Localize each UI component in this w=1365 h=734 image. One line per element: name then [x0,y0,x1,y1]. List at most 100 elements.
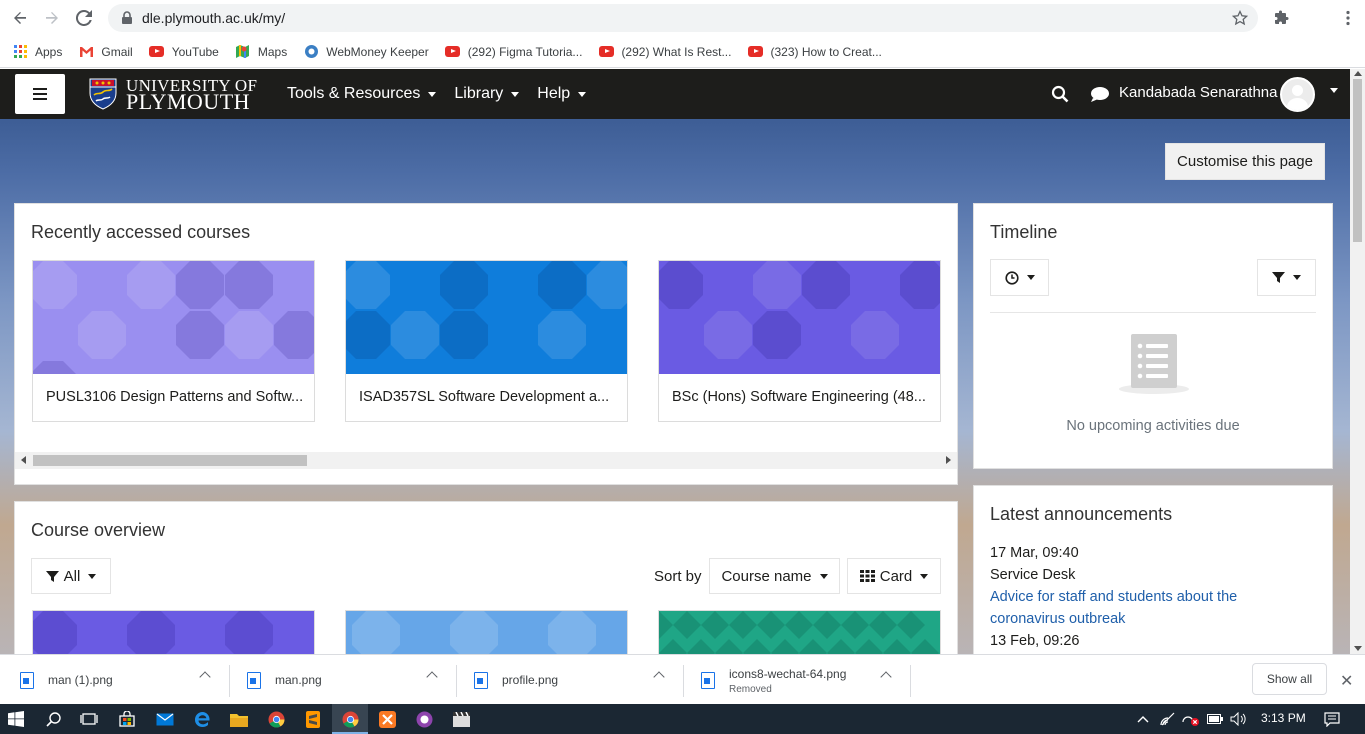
course-card[interactable]: BSc (Hons) Software Engineering (48... [658,260,941,422]
course-card[interactable]: ISAD357SL Software Development a... [345,260,628,422]
chrome-icon[interactable] [340,709,360,729]
caret-down-icon [428,91,437,97]
close-icon[interactable]: ✕ [1340,671,1353,691]
course-card-image[interactable] [658,610,941,654]
wifi-icon[interactable] [1158,709,1178,729]
chevron-up-icon[interactable] [653,671,665,683]
bookmark-how-to-create[interactable]: (323) How to Creat... [747,44,882,60]
download-item[interactable]: man (1).png [20,663,113,697]
bookmark-maps[interactable]: Maps [235,44,287,60]
notifications-icon[interactable] [1322,709,1342,729]
chrome-icon[interactable] [266,709,286,729]
reload-icon[interactable] [68,2,100,34]
filter-icon [45,570,59,582]
image-file-icon [701,671,715,689]
nav-tools-resources[interactable]: Tools & Resources [287,85,437,103]
chevron-up-icon[interactable] [199,671,211,683]
course-name[interactable]: BSc (Hons) Software Engineering (48... [672,389,926,405]
chevron-up-icon[interactable] [426,671,438,683]
sort-select-button[interactable]: Course name [709,558,840,594]
course-name[interactable]: PUSL3106 Design Patterns and Softw... [46,389,303,405]
bookmark-apps[interactable]: Apps [12,44,62,60]
show-all-downloads-button[interactable]: Show all [1252,663,1327,695]
bookmark-figma-tutorial[interactable]: (292) Figma Tutoria... [445,44,582,60]
download-item[interactable]: profile.png [474,663,558,697]
course-card-image[interactable] [345,610,628,654]
extensions-puzzle-icon[interactable] [1266,2,1298,34]
course-pattern [346,611,627,654]
view-select-button[interactable]: Card [847,558,941,594]
battery-icon[interactable] [1205,709,1225,729]
file-explorer-icon[interactable] [229,709,249,729]
course-image [346,261,627,374]
windows-start-icon[interactable] [6,709,26,729]
course-pattern [659,261,940,374]
scroll-right-icon[interactable] [946,456,951,464]
bookmark-youtube[interactable]: YouTube [149,44,219,60]
scrollbar-thumb[interactable] [1353,79,1362,242]
browser-menu-icon[interactable] [1332,2,1364,34]
network-error-icon[interactable] [1181,709,1201,729]
scroll-up-icon[interactable] [1354,71,1362,76]
customise-page-button[interactable]: Customise this page [1165,143,1325,180]
download-filename: profile.png [502,673,559,687]
download-item[interactable]: man.png [247,663,322,697]
hamburger-icon [33,88,47,100]
edge-icon[interactable] [192,709,212,729]
scroll-left-icon[interactable] [21,456,26,464]
mail-icon[interactable] [155,709,175,729]
user-menu-caret-icon[interactable] [1330,88,1338,93]
store-icon[interactable] [117,709,137,729]
browser-toolbar: dle.plymouth.ac.uk/my/ [0,0,1365,36]
course-filter-button[interactable]: All [31,558,111,594]
messages-icon[interactable] [1090,86,1110,106]
announcement-date: 13 Feb, 09:26 [990,633,1080,649]
bookmark-star-icon[interactable] [1232,10,1248,26]
download-item[interactable]: icons8-wechat-64.png Removed [701,663,846,697]
download-filename: man (1).png [48,673,113,687]
hamburger-menu-button[interactable] [15,74,65,114]
timeline-date-filter-button[interactable] [990,259,1049,296]
chevron-up-icon[interactable] [1133,709,1153,729]
announcement-link[interactable]: Advice for staff and students about the [990,589,1237,605]
forward-icon[interactable] [36,2,68,34]
apps-grid-icon [12,44,28,60]
user-name[interactable]: Kandabada Senarathna [1119,84,1277,101]
scroll-down-icon[interactable] [1354,646,1362,651]
bookmark-what-is-rest[interactable]: (292) What Is Rest... [598,44,731,60]
chevron-up-icon[interactable] [880,671,892,683]
xampp-icon[interactable] [377,709,397,729]
nav-help[interactable]: Help [537,85,587,103]
course-card[interactable]: PUSL3106 Design Patterns and Softw... [32,260,315,422]
app-icon[interactable] [414,709,434,729]
caret-down-icon [511,91,520,97]
bookmark-gmail[interactable]: Gmail [78,44,133,60]
scrollbar-thumb[interactable] [33,455,307,466]
university-logo[interactable]: UNIVERSITY OF PLYMOUTH [88,77,257,113]
search-icon[interactable] [44,709,64,729]
webmoney-icon [303,44,319,60]
announcement-link[interactable]: coronavirus outbreak [990,611,1125,627]
bookmarks-bar: Apps Gmail YouTube Maps WebMoney Keeper … [0,36,1365,68]
sublime-text-icon[interactable] [303,709,323,729]
vertical-scrollbar[interactable] [1350,69,1365,654]
user-avatar[interactable] [1280,77,1315,112]
bookmark-label: (323) How to Creat... [770,44,882,59]
clapperboard-icon[interactable] [451,709,471,729]
bookmark-webmoney[interactable]: WebMoney Keeper [303,44,429,60]
task-view-icon[interactable] [79,709,99,729]
course-overview-title: Course overview [31,520,166,540]
crest-icon [89,78,117,110]
sort-value: Course name [721,567,812,585]
taskbar: 3:13 PM [0,704,1365,734]
timeline-sort-button[interactable] [1257,259,1316,296]
nav-library[interactable]: Library [454,85,520,103]
course-card-image[interactable] [32,610,315,654]
course-name[interactable]: ISAD357SL Software Development a... [359,389,609,405]
search-icon[interactable] [1051,85,1069,106]
volume-icon[interactable] [1228,709,1248,729]
clock-time[interactable]: 3:13 PM [1261,711,1306,725]
horizontal-scrollbar[interactable] [15,452,957,469]
back-icon[interactable] [4,2,36,34]
address-bar[interactable]: dle.plymouth.ac.uk/my/ [108,4,1258,32]
